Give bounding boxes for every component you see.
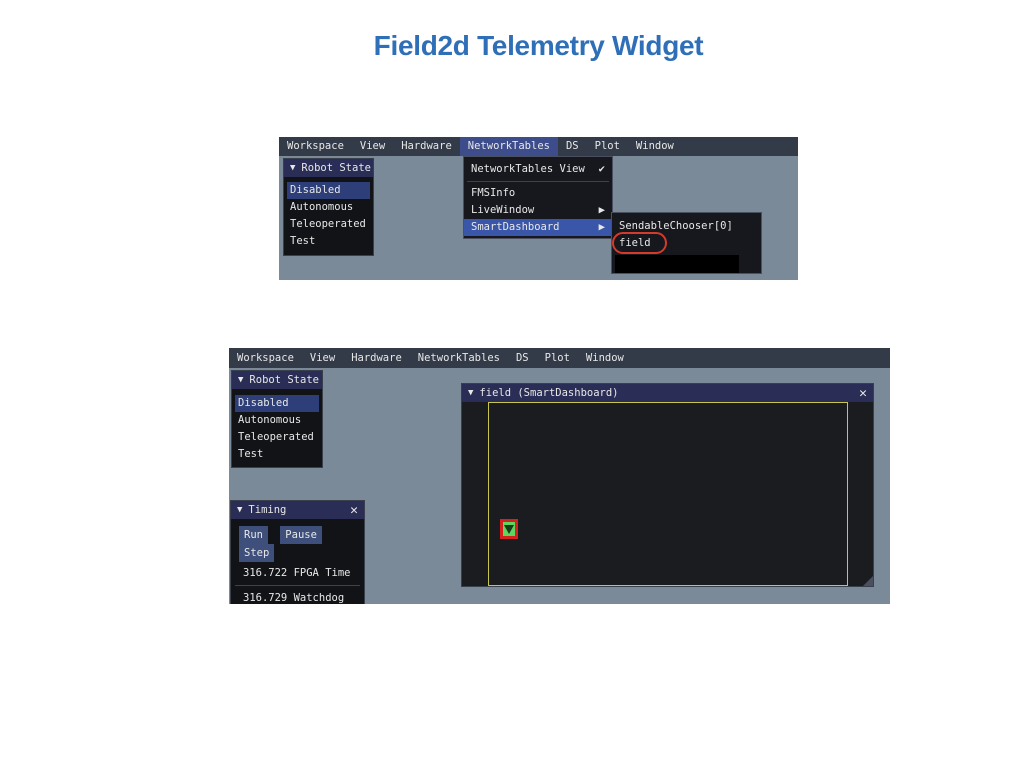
menu-item-label: SmartDashboard bbox=[471, 221, 560, 233]
robot-state-test[interactable]: Test bbox=[284, 233, 373, 250]
collapse-triangle-icon[interactable]: ▼ bbox=[468, 388, 473, 398]
screenshot-menu-navigation: Workspace View Hardware NetworkTables DS… bbox=[279, 137, 798, 280]
menu-item-label: LiveWindow bbox=[471, 204, 535, 216]
robot-direction-icon bbox=[504, 525, 514, 534]
robot-state-window: ▼ Robot State Disabled Autonomous Teleop… bbox=[283, 158, 374, 256]
submenu-arrow-icon: ▶ bbox=[598, 221, 605, 233]
robot-state-autonomous[interactable]: Autonomous bbox=[284, 199, 373, 216]
menu-separator bbox=[467, 181, 609, 182]
menu-item-fmsinfo[interactable]: FMSInfo bbox=[464, 185, 612, 202]
close-icon[interactable]: ✕ bbox=[350, 503, 358, 518]
menu-hardware[interactable]: Hardware bbox=[343, 349, 410, 368]
submenu-item-field[interactable]: field bbox=[612, 232, 761, 254]
watchdog-value: 316.729 bbox=[243, 592, 288, 604]
fpga-time-row: 316.722 FPGA Time bbox=[231, 562, 364, 579]
menu-window[interactable]: Window bbox=[578, 349, 632, 368]
menu-hardware[interactable]: Hardware bbox=[393, 137, 460, 156]
slide-title: Field2d Telemetry Widget bbox=[373, 30, 704, 61]
submenu-blank-row bbox=[615, 255, 739, 273]
menu-ds[interactable]: DS bbox=[558, 137, 587, 156]
menu-item-smartdashboard[interactable]: SmartDashboard ▶ bbox=[464, 219, 612, 236]
menu-networktables[interactable]: NetworkTables bbox=[410, 349, 508, 368]
menu-networktables[interactable]: NetworkTables bbox=[459, 137, 558, 156]
menu-plot[interactable]: Plot bbox=[537, 349, 578, 368]
watchdog-row: 316.729 Watchdog bbox=[231, 592, 364, 604]
fpga-time-label: FPGA Time bbox=[293, 567, 351, 579]
screenshot-field-widget: Workspace View Hardware NetworkTables DS… bbox=[229, 348, 890, 604]
robot-state-titlebar[interactable]: ▼ Robot State bbox=[284, 159, 373, 177]
menu-workspace[interactable]: Workspace bbox=[279, 137, 352, 156]
menu-item-label: NetworkTables View bbox=[471, 163, 585, 175]
robot-state-titlebar[interactable]: ▼ Robot State bbox=[232, 371, 322, 389]
field-window: ▼ field (SmartDashboard) ✕ bbox=[461, 383, 874, 587]
robot-state-window: ▼ Robot State Disabled Autonomous Teleop… bbox=[231, 370, 323, 468]
robot-state-autonomous[interactable]: Autonomous bbox=[232, 412, 322, 429]
robot-state-test[interactable]: Test bbox=[232, 446, 322, 463]
menubar: Workspace View Hardware NetworkTables DS… bbox=[229, 348, 890, 368]
menu-view[interactable]: View bbox=[302, 349, 343, 368]
watchdog-label: Watchdog bbox=[293, 592, 345, 604]
collapse-triangle-icon[interactable]: ▼ bbox=[237, 505, 242, 515]
field-titlebar[interactable]: ▼ field (SmartDashboard) ✕ bbox=[462, 384, 873, 402]
collapse-triangle-icon[interactable]: ▼ bbox=[290, 163, 295, 173]
highlight-circle bbox=[612, 232, 667, 254]
submenu-arrow-icon: ▶ bbox=[598, 204, 605, 216]
menu-plot[interactable]: Plot bbox=[587, 137, 628, 156]
smartdashboard-submenu: SendableChooser[0] field bbox=[611, 212, 762, 274]
menubar: Workspace View Hardware NetworkTables DS… bbox=[279, 137, 798, 156]
menu-ds[interactable]: DS bbox=[508, 349, 537, 368]
field-canvas[interactable] bbox=[462, 402, 873, 586]
robot-state-teleoperated[interactable]: Teleoperated bbox=[232, 429, 322, 446]
timing-titlebar[interactable]: ▼ Timing ✕ bbox=[231, 501, 364, 519]
timing-title: Timing bbox=[248, 504, 287, 516]
menu-item-livewindow[interactable]: LiveWindow ▶ bbox=[464, 202, 612, 219]
menu-view[interactable]: View bbox=[352, 137, 393, 156]
menu-workspace[interactable]: Workspace bbox=[229, 349, 302, 368]
robot-state-title: Robot State bbox=[249, 374, 319, 386]
timing-window: ▼ Timing ✕ Run Pause Step 316.722 FPGA T… bbox=[230, 500, 365, 604]
field-boundary bbox=[488, 402, 848, 586]
check-icon: ✔ bbox=[598, 163, 605, 175]
robot-state-disabled[interactable]: Disabled bbox=[287, 182, 370, 199]
pause-button[interactable]: Pause bbox=[280, 526, 322, 544]
step-button[interactable]: Step bbox=[239, 544, 275, 562]
run-button[interactable]: Run bbox=[239, 526, 268, 544]
fpga-time-value: 316.722 bbox=[243, 567, 288, 579]
robot-marker[interactable] bbox=[500, 519, 518, 539]
robot-state-disabled[interactable]: Disabled bbox=[235, 395, 319, 412]
timing-separator bbox=[235, 585, 360, 586]
field-window-title: field (SmartDashboard) bbox=[479, 387, 619, 399]
collapse-triangle-icon[interactable]: ▼ bbox=[238, 375, 243, 385]
robot-state-teleoperated[interactable]: Teleoperated bbox=[284, 216, 373, 233]
menu-window[interactable]: Window bbox=[628, 137, 682, 156]
menu-item-networktables-view[interactable]: NetworkTables View ✔ bbox=[464, 161, 612, 178]
robot-state-title: Robot State bbox=[301, 162, 371, 174]
networktables-dropdown: NetworkTables View ✔ FMSInfo LiveWindow … bbox=[463, 156, 613, 239]
close-icon[interactable]: ✕ bbox=[859, 386, 867, 401]
resize-grip-icon[interactable] bbox=[863, 576, 873, 586]
